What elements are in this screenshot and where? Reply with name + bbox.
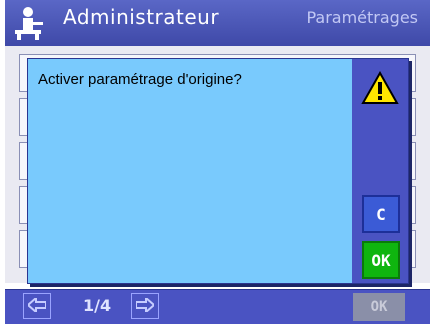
warning-icon xyxy=(361,70,399,105)
page-indicator: 1/4 xyxy=(83,296,112,315)
bottom-toolbar: 1/4 OK xyxy=(5,289,430,324)
dialog-action-panel: C OK xyxy=(352,59,408,283)
arrow-left-icon xyxy=(26,295,47,316)
admin-user-icon xyxy=(5,0,51,46)
footer-ok-button[interactable]: OK xyxy=(353,293,405,321)
confirm-dialog: Activer paramétrage d'origine? C OK xyxy=(27,58,409,284)
next-page-button[interactable] xyxy=(131,293,159,319)
prev-page-button[interactable] xyxy=(23,293,51,319)
cancel-button[interactable]: C xyxy=(362,195,400,233)
title-bar: Administrateur Paramétrages xyxy=(5,0,430,48)
section-title: Paramétrages xyxy=(306,8,418,27)
ok-button[interactable]: OK xyxy=(362,241,400,279)
arrow-right-icon xyxy=(135,295,156,316)
dialog-message: Activer paramétrage d'origine? xyxy=(38,71,242,88)
page-title: Administrateur xyxy=(63,5,220,29)
frame-bottom xyxy=(0,325,433,329)
